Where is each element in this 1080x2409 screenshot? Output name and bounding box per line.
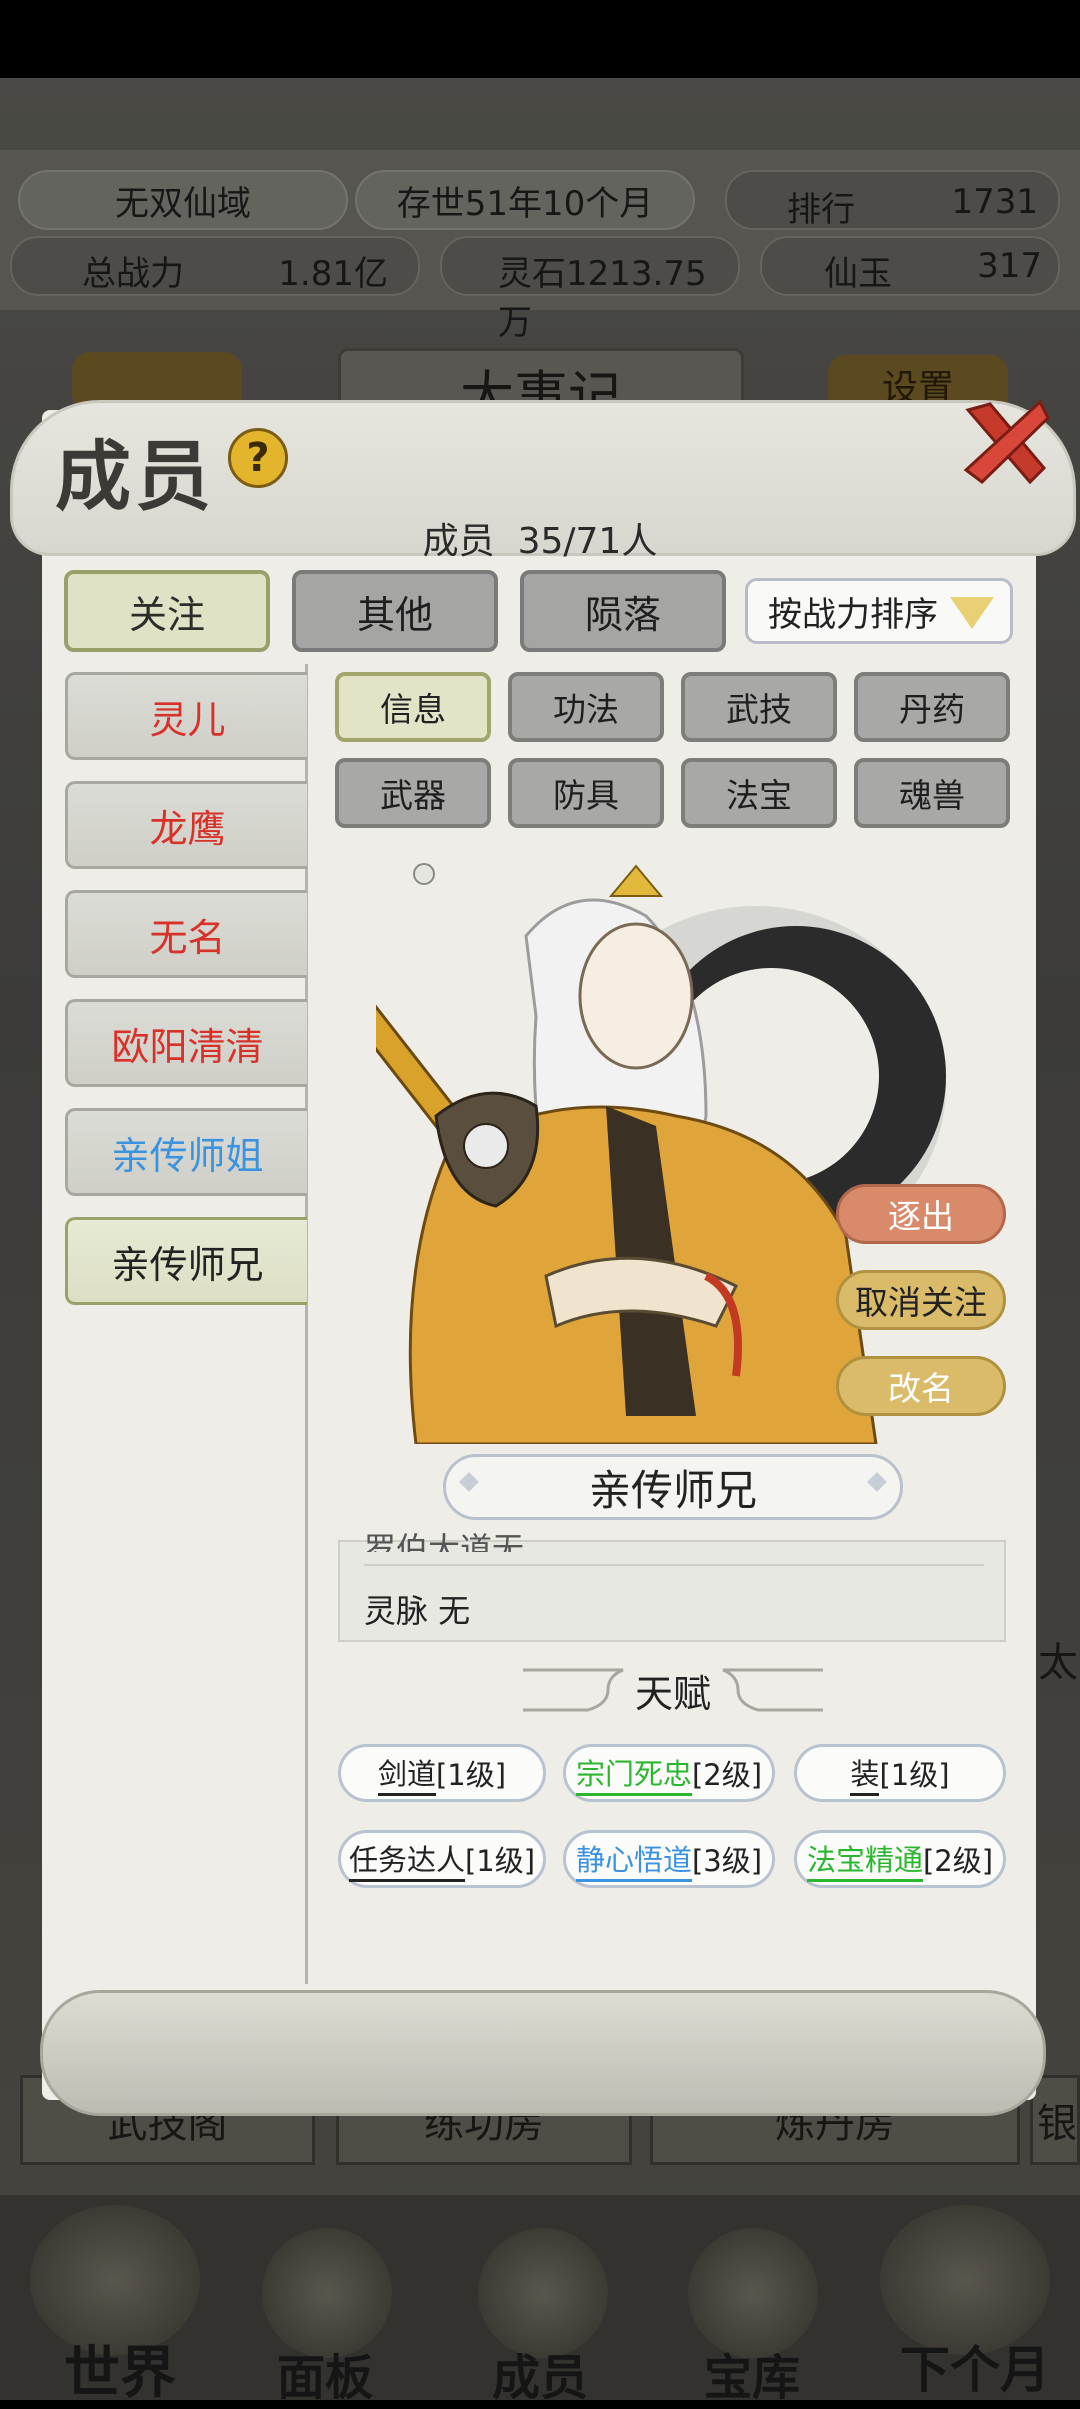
member-item[interactable]: 亲传师姐 xyxy=(65,1108,307,1196)
member-name: 欧阳清清 xyxy=(111,1024,264,1069)
subtab-beast[interactable]: 魂兽 xyxy=(854,758,1010,828)
subtab-label: 武器 xyxy=(380,776,446,815)
diamond-icon xyxy=(867,1472,887,1492)
member-count: 成员 35/71人 xyxy=(0,512,1080,564)
tab-label: 关注 xyxy=(128,592,205,637)
dialog-title: 成员 xyxy=(55,432,215,521)
selected-member-name: 亲传师兄 xyxy=(443,1454,903,1520)
member-count-value: 35/71人 xyxy=(517,521,658,562)
talent-badge[interactable]: 任务达人 [1级] xyxy=(338,1830,546,1888)
subtab-label: 防具 xyxy=(553,776,619,815)
member-item-selected[interactable]: 亲传师兄 xyxy=(65,1217,307,1305)
subtab-armor[interactable]: 防具 xyxy=(508,758,664,828)
unfollow-label: 取消关注 xyxy=(855,1283,987,1322)
subtab-techniques[interactable]: 功法 xyxy=(508,672,664,742)
talent-level: [1级] xyxy=(435,1758,507,1792)
sort-dropdown[interactable]: 按战力排序 xyxy=(745,578,1013,644)
info-panel: 罗伯大道无 灵脉 无 xyxy=(338,1530,1006,1642)
unfollow-button[interactable]: 取消关注 xyxy=(836,1270,1006,1330)
info-line-meridian: 灵脉 无 xyxy=(364,1592,471,1630)
talent-level: [1级] xyxy=(879,1758,950,1792)
help-icon[interactable]: ? xyxy=(228,428,288,488)
tab-follow[interactable]: 关注 xyxy=(64,570,270,652)
subtab-label: 信息 xyxy=(380,690,446,729)
dialog-footer-cloud xyxy=(40,1990,1046,2116)
talent-level: [1级] xyxy=(464,1844,536,1878)
subtab-artifact[interactable]: 法宝 xyxy=(681,758,837,828)
tab-other[interactable]: 其他 xyxy=(292,570,498,652)
diamond-icon xyxy=(459,1472,479,1492)
talent-name: 静心悟道 xyxy=(575,1837,692,1882)
subtab-weapon[interactable]: 武器 xyxy=(335,758,491,828)
subtab-label: 丹药 xyxy=(899,690,965,729)
talent-badge[interactable]: 法宝精通 [2级] xyxy=(794,1830,1006,1888)
talent-title: 天赋 xyxy=(634,1671,711,1716)
tab-label: 其他 xyxy=(356,592,433,637)
tab-fallen[interactable]: 陨落 xyxy=(520,570,726,652)
talent-badge[interactable]: 装 [1级] xyxy=(794,1744,1006,1802)
subtab-info[interactable]: 信息 xyxy=(335,672,491,742)
expel-label: 逐出 xyxy=(888,1197,954,1236)
close-icon[interactable] xyxy=(960,396,1052,488)
subtab-label: 魂兽 xyxy=(899,776,965,815)
subtab-label: 法宝 xyxy=(726,776,792,815)
rename-button[interactable]: 改名 xyxy=(836,1356,1006,1416)
member-item[interactable]: 欧阳清清 xyxy=(65,999,307,1087)
talent-badge[interactable]: 宗门死忠 [2级] xyxy=(563,1744,775,1802)
subtab-label: 功法 xyxy=(553,690,619,729)
expel-button[interactable]: 逐出 xyxy=(836,1184,1006,1244)
chevron-down-icon xyxy=(950,597,994,629)
talent-name: 任务达人 xyxy=(348,1837,465,1882)
member-item[interactable]: 灵儿 xyxy=(65,672,307,760)
selected-name-text: 亲传师兄 xyxy=(588,1465,757,1515)
member-name: 灵儿 xyxy=(149,697,226,742)
member-name: 龙鹰 xyxy=(149,806,226,851)
subtab-label: 武技 xyxy=(726,690,792,729)
talent-badge[interactable]: 剑道 [1级] xyxy=(338,1744,546,1802)
talent-level: [2级] xyxy=(691,1758,763,1792)
talent-name: 剑道 xyxy=(377,1751,436,1796)
talent-level: [2级] xyxy=(922,1844,994,1878)
talent-name: 法宝精通 xyxy=(806,1837,923,1882)
member-item[interactable]: 龙鹰 xyxy=(65,781,307,869)
subtab-pills[interactable]: 丹药 xyxy=(854,672,1010,742)
tab-label: 陨落 xyxy=(584,592,661,637)
member-name: 亲传师姐 xyxy=(111,1133,264,1178)
info-line-partial: 罗伯大道无 xyxy=(364,1530,525,1552)
sort-label: 按战力排序 xyxy=(768,594,938,635)
member-item[interactable]: 无名 xyxy=(65,890,307,978)
member-count-label: 成员 xyxy=(422,521,495,562)
talent-level: [3级] xyxy=(691,1844,763,1878)
rename-label: 改名 xyxy=(888,1369,954,1408)
info-divider xyxy=(364,1564,984,1566)
talent-name: 装 xyxy=(850,1751,880,1796)
member-name: 亲传师兄 xyxy=(111,1242,264,1287)
talent-badge[interactable]: 静心悟道 [3级] xyxy=(563,1830,775,1888)
subtab-skills[interactable]: 武技 xyxy=(681,672,837,742)
talent-name: 宗门死忠 xyxy=(575,1751,692,1796)
member-name: 无名 xyxy=(149,915,226,960)
